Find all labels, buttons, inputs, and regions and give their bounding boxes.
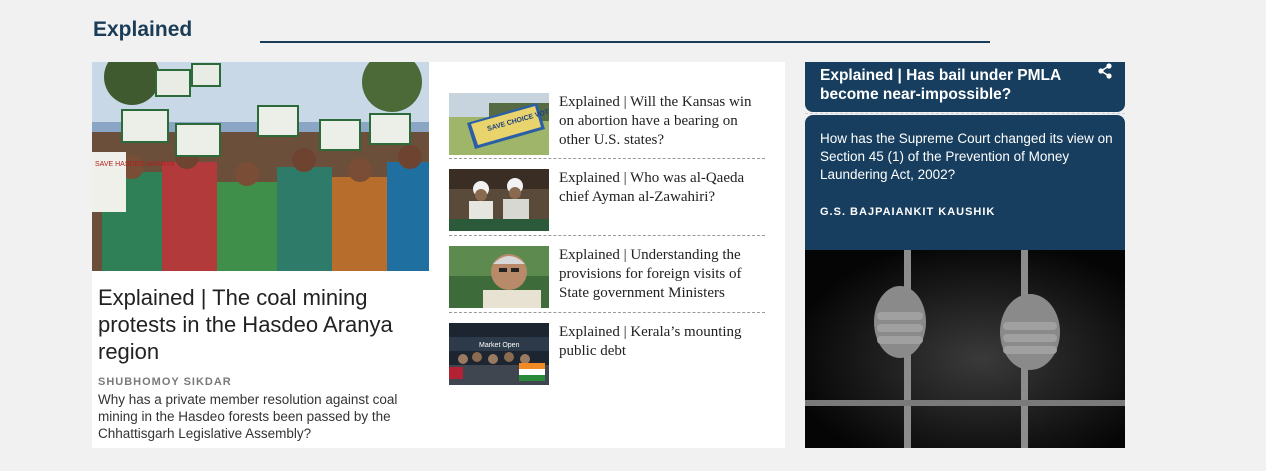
featured-divider (805, 113, 1125, 114)
featured-image[interactable] (805, 250, 1125, 448)
story-thumbnail[interactable]: Market Open (449, 323, 549, 385)
story-headline[interactable]: Explained | Kerala’s mounting public deb… (559, 323, 764, 361)
market-open-photo: Market Open (449, 323, 549, 385)
section-title[interactable]: Explained (93, 18, 192, 42)
story-headline[interactable]: Explained | Will the Kansas win on abort… (559, 93, 764, 150)
main-card: SAVE HASDEO ARANYA Explained | The coal … (92, 62, 785, 448)
title-divider (260, 41, 990, 43)
featured-title[interactable]: Explained | Has bail under PMLA become n… (820, 66, 1080, 104)
lead-story-title[interactable]: Explained | The coal mining protests in … (98, 284, 418, 365)
story-item[interactable]: Explained | Who was al-Qaeda chief Ayman… (449, 169, 765, 235)
story-item[interactable]: Market Open Explained | Kerala’s mountin… (449, 323, 765, 389)
story-headline[interactable]: Explained | Understanding the provisions… (559, 246, 764, 303)
lead-story-author[interactable]: SHUBHOMOY SIKDAR (98, 376, 232, 388)
story-thumbnail[interactable] (449, 246, 549, 308)
featured-summary: How has the Supreme Court changed its vi… (820, 131, 1113, 182)
lead-story-image[interactable]: SAVE HASDEO ARANYA (92, 62, 429, 271)
sign-text: SAVE HASDEO ARANYA (95, 161, 175, 168)
lead-story-summary: Why has a private member resolution agai… (98, 392, 398, 441)
sign-text: Market Open (479, 342, 520, 349)
story-divider (449, 158, 765, 159)
featured-card: Explained | Has bail under PMLA become n… (805, 62, 1125, 448)
featured-body: How has the Supreme Court changed its vi… (805, 115, 1125, 250)
zawahiri-photo (449, 169, 549, 231)
protest-photo: SAVE HASDEO ARANYA (92, 62, 429, 271)
share-icon[interactable] (1097, 63, 1113, 79)
story-divider (449, 235, 765, 236)
story-thumbnail[interactable]: SAVE CHOICE VOTE NO AUGUST 2ND (449, 93, 549, 155)
featured-author[interactable]: G.S. BAJPAIANKIT KAUSHIK (820, 206, 995, 218)
jail-bars-photo (805, 250, 1125, 448)
minister-photo (449, 246, 549, 308)
kansas-sign-photo: SAVE CHOICE VOTE NO AUGUST 2ND (449, 93, 549, 155)
story-thumbnail[interactable] (449, 169, 549, 231)
story-item[interactable]: Explained | Understanding the provisions… (449, 246, 765, 312)
story-divider (449, 312, 765, 313)
featured-header: Explained | Has bail under PMLA become n… (805, 62, 1125, 112)
story-headline[interactable]: Explained | Who was al-Qaeda chief Ayman… (559, 169, 764, 207)
story-item[interactable]: SAVE CHOICE VOTE NO AUGUST 2ND Explained… (449, 93, 765, 159)
